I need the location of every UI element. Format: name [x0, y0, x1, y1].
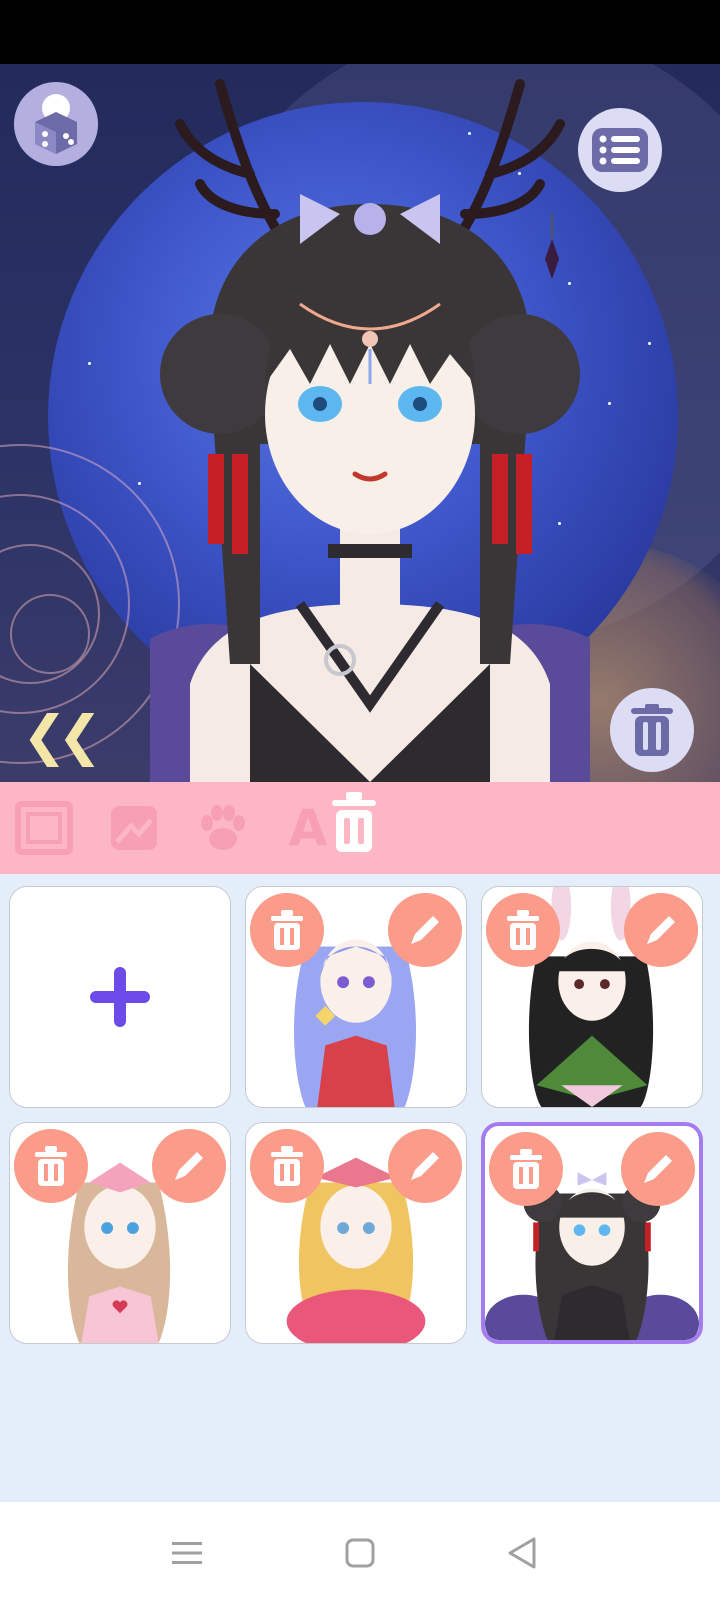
delete-avatar-button[interactable]	[489, 1132, 563, 1206]
status-bar	[0, 0, 720, 64]
double-chevron-left-icon: ❮❮	[22, 704, 102, 767]
menu-button[interactable]	[578, 108, 662, 192]
trash-icon	[35, 1146, 67, 1186]
plus-icon	[90, 967, 150, 1027]
pencil-icon	[175, 1152, 203, 1180]
text-icon: A	[288, 799, 328, 857]
paw-icon	[201, 805, 245, 850]
delete-avatar-button[interactable]	[250, 1129, 324, 1203]
trash-icon	[332, 792, 376, 852]
edit-avatar-button[interactable]	[152, 1129, 226, 1203]
category-toolbar: A	[0, 782, 720, 874]
tab-pets[interactable]	[192, 798, 252, 858]
frame-icon	[15, 801, 73, 855]
delete-avatar-button[interactable]	[14, 1129, 88, 1203]
trash-icon	[510, 1149, 542, 1189]
home-button[interactable]	[343, 1536, 377, 1570]
back-nav-button[interactable]	[505, 1536, 539, 1570]
edit-avatar-button[interactable]	[388, 893, 462, 967]
delete-avatar-button[interactable]	[486, 893, 560, 967]
avatar-card[interactable]	[481, 886, 703, 1108]
back-button[interactable]: ❮❮	[22, 704, 102, 767]
randomize-dice-icon	[35, 94, 77, 154]
trash-icon	[271, 1146, 303, 1186]
edit-avatar-button[interactable]	[388, 1129, 462, 1203]
pencil-icon	[644, 1155, 672, 1183]
tab-delete[interactable]	[324, 792, 384, 852]
avatar-card[interactable]	[245, 886, 467, 1108]
edit-avatar-button[interactable]	[624, 893, 698, 967]
menu-list-icon	[592, 128, 648, 172]
pencil-icon	[411, 1152, 439, 1180]
trash-icon	[271, 910, 303, 950]
delete-avatar-button[interactable]	[610, 688, 694, 772]
home-icon	[345, 1538, 375, 1568]
avatar-card[interactable]	[245, 1122, 467, 1344]
image-icon	[111, 806, 157, 850]
randomize-button[interactable]	[14, 82, 98, 166]
tab-frame[interactable]	[14, 798, 74, 858]
avatar-canvas: ❮❮	[0, 64, 720, 782]
decor-ring	[10, 594, 90, 674]
add-avatar-card[interactable]	[9, 886, 231, 1108]
trash-icon	[507, 910, 539, 950]
system-nav-bar	[0, 1502, 720, 1600]
tab-background[interactable]	[104, 798, 164, 858]
trash-icon	[631, 704, 673, 756]
delete-avatar-button[interactable]	[250, 893, 324, 967]
pencil-icon	[647, 916, 675, 944]
edit-avatar-button[interactable]	[621, 1132, 695, 1206]
avatar-card-selected[interactable]	[481, 1122, 703, 1344]
avatar-card[interactable]	[9, 1122, 231, 1344]
recents-icon	[172, 1542, 202, 1564]
recents-button[interactable]	[170, 1536, 204, 1570]
back-icon	[508, 1537, 536, 1569]
pencil-icon	[411, 916, 439, 944]
avatar-character	[150, 79, 590, 782]
